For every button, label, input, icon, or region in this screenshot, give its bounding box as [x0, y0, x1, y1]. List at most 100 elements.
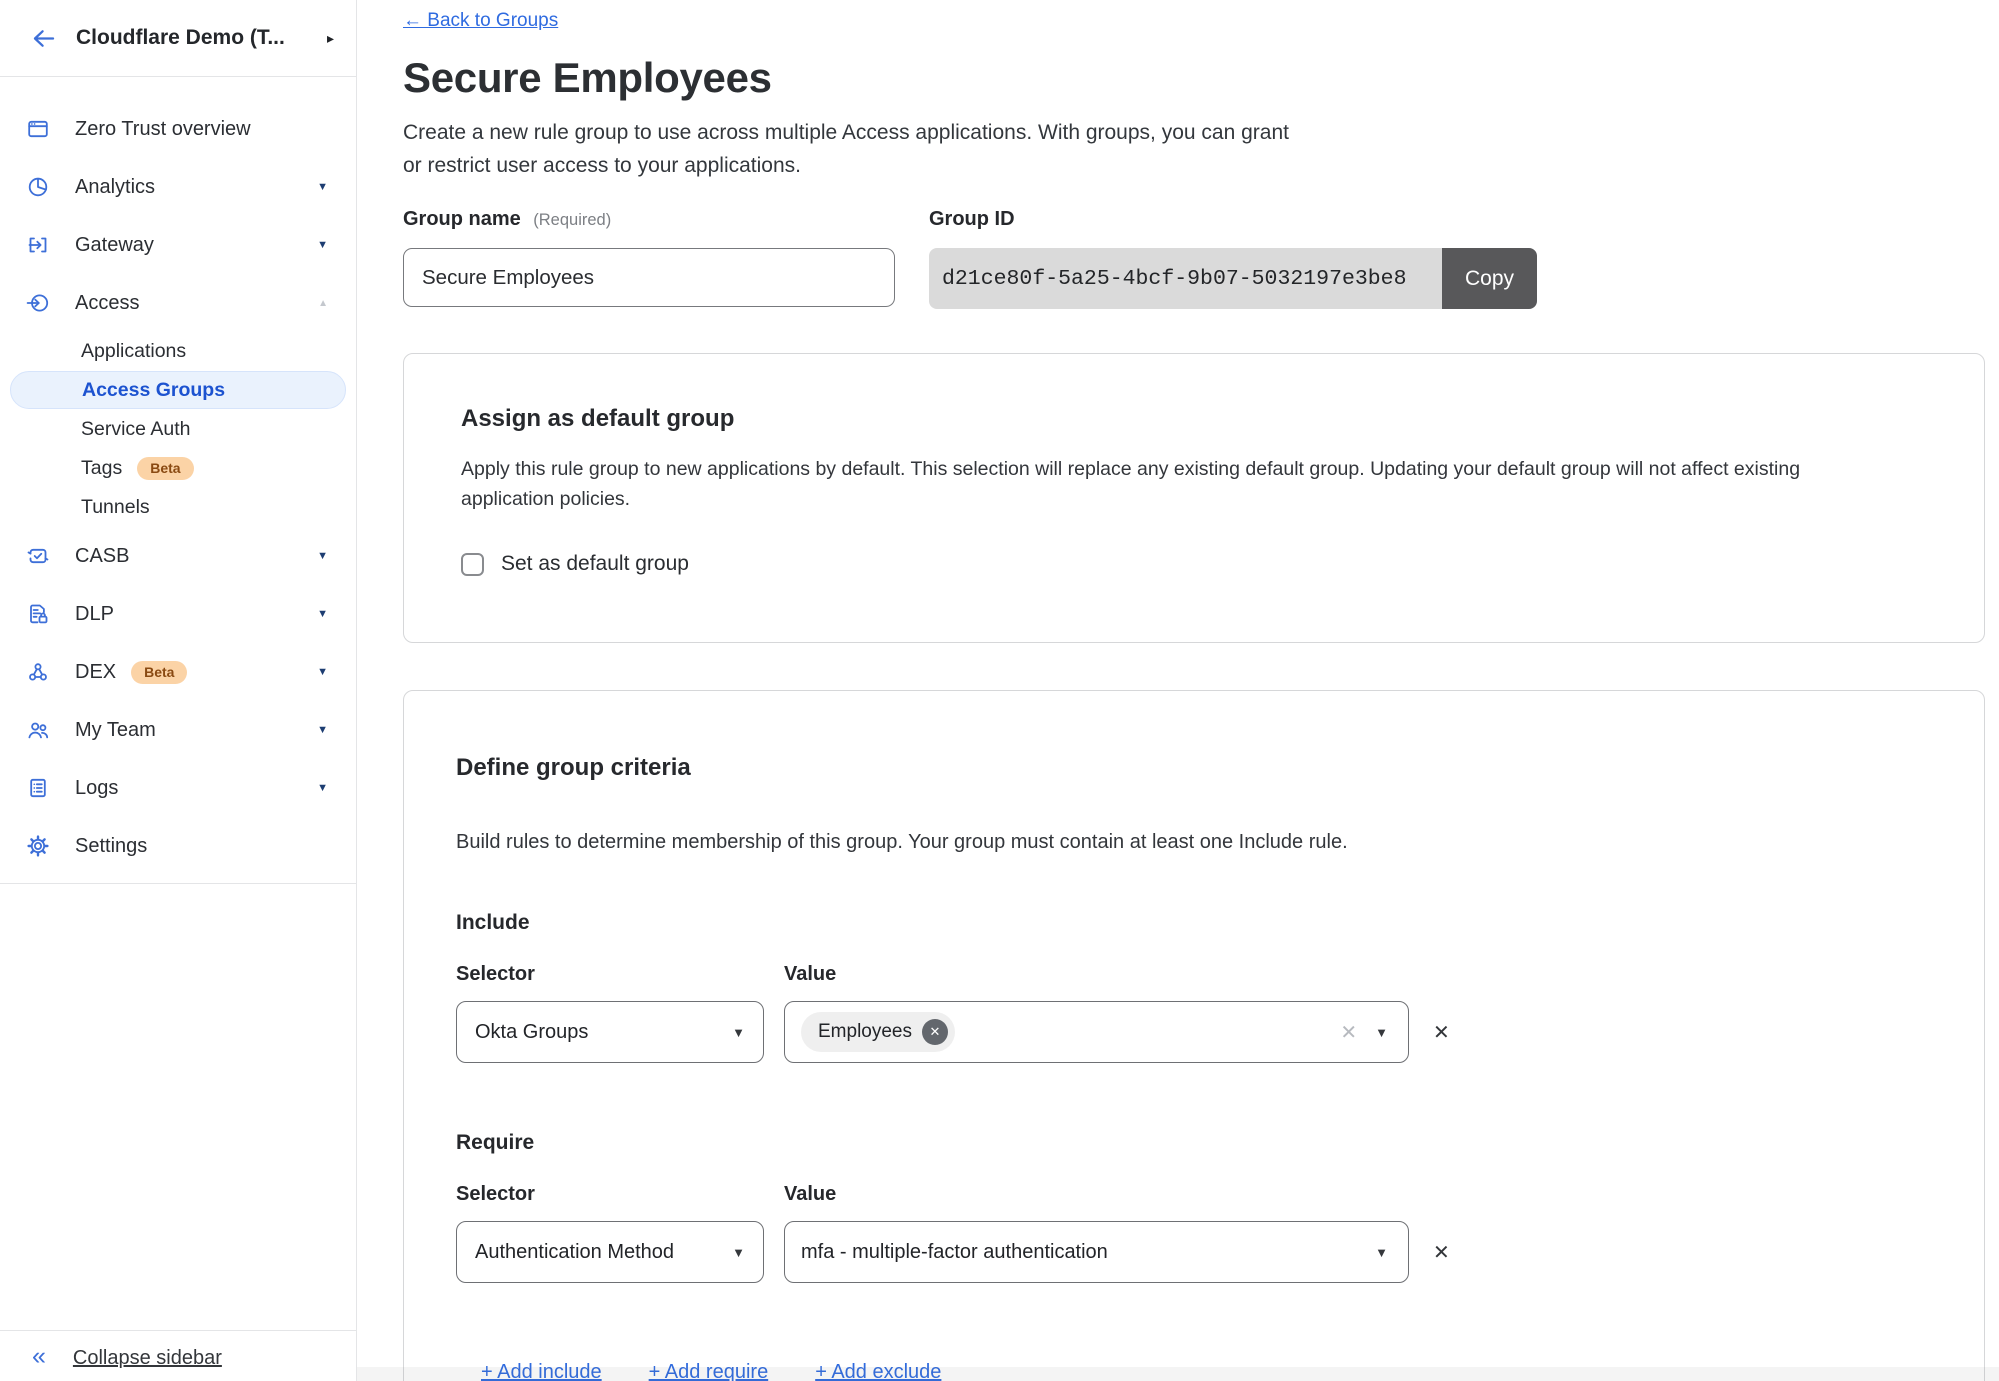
chip-remove-icon[interactable]: ✕ — [922, 1019, 948, 1045]
page-description-line1: Create a new rule group to use across mu… — [403, 116, 1985, 149]
sidebar-item-label: Analytics — [75, 176, 155, 199]
people-icon — [26, 718, 50, 742]
sidebar-item-label: Service Auth — [81, 418, 190, 441]
default-group-card-title: Assign as default group — [461, 404, 1927, 434]
require-selector-dropdown[interactable]: Authentication Method ▼ — [456, 1221, 764, 1283]
sidebar-item-label: Access — [75, 292, 139, 315]
sidebar-item-label: My Team — [75, 719, 156, 742]
include-selector-value: Okta Groups — [475, 1021, 718, 1044]
require-rule-row: Authentication Method ▼ mfa - multiple-f… — [456, 1221, 1927, 1283]
default-group-card-body-line2: application policies. — [461, 484, 1927, 514]
sidebar-item-dex[interactable]: DEX Beta ▼ — [0, 643, 356, 701]
value-chip: Employees ✕ — [801, 1012, 955, 1052]
group-id-label: Group ID — [929, 206, 1537, 232]
beta-badge: Beta — [131, 661, 187, 684]
require-heading: Require — [456, 1129, 1927, 1157]
chevron-down-icon: ▼ — [317, 724, 328, 736]
sidebar-divider — [0, 883, 356, 884]
group-name-label: Group name — [403, 208, 521, 230]
add-include-link[interactable]: + Add include — [481, 1361, 602, 1381]
list-document-icon — [26, 776, 50, 800]
shield-check-icon — [26, 544, 50, 568]
require-selector-label: Selector — [456, 1181, 784, 1207]
access-login-icon — [26, 291, 50, 315]
remove-include-rule-icon[interactable]: ✕ — [1433, 1020, 1450, 1045]
gear-icon — [26, 834, 50, 858]
chevron-up-icon: ▲ — [318, 298, 328, 309]
sidebar-item-zero-trust-overview[interactable]: Zero Trust overview — [0, 100, 356, 158]
collapse-sidebar-label: Collapse sidebar — [73, 1344, 222, 1370]
chevron-down-icon: ▼ — [317, 181, 328, 193]
sidebar-item-label: Tunnels — [81, 496, 150, 519]
page-title: Secure Employees — [403, 54, 1985, 102]
add-exclude-link[interactable]: + Add exclude — [815, 1361, 941, 1381]
main-content: ← Back to Groups Secure Employees Create… — [357, 0, 1999, 1381]
include-rule-row: Okta Groups ▼ Employees ✕ ✕ ▼ ✕ — [456, 1001, 1927, 1063]
chevron-down-icon: ▼ — [317, 666, 328, 678]
sidebar: Cloudflare Demo (T... ▸ Zero Trust overv… — [0, 0, 357, 1381]
collapse-sidebar-button[interactable]: « Collapse sidebar — [0, 1330, 356, 1381]
sidebar-item-tunnels[interactable]: Tunnels — [0, 488, 356, 527]
include-selector-dropdown[interactable]: Okta Groups ▼ — [456, 1001, 764, 1063]
include-value-label: Value — [784, 961, 836, 987]
default-group-card-body: Apply this rule group to new application… — [461, 454, 1927, 514]
remove-require-rule-icon[interactable]: ✕ — [1433, 1240, 1450, 1265]
account-switcher[interactable]: Cloudflare Demo (T... ▸ — [0, 0, 356, 77]
sidebar-item-applications[interactable]: Applications — [0, 332, 356, 371]
sidebar-item-label: Tags — [81, 457, 122, 480]
sidebar-item-analytics[interactable]: Analytics ▼ — [0, 158, 356, 216]
criteria-card-title: Define group criteria — [456, 753, 1927, 783]
sidebar-item-access-groups[interactable]: Access Groups — [10, 371, 346, 409]
set-default-checkbox-label: Set as default group — [501, 552, 689, 576]
chevron-down-icon: ▼ — [317, 550, 328, 562]
chevron-down-icon: ▼ — [1375, 1025, 1388, 1040]
require-value-value: mfa - multiple-factor authentication — [801, 1241, 1361, 1264]
sidebar-item-dlp[interactable]: DLP ▼ — [0, 585, 356, 643]
back-arrow-icon[interactable] — [30, 25, 57, 52]
document-lock-icon — [26, 602, 50, 626]
sidebar-item-my-team[interactable]: My Team ▼ — [0, 701, 356, 759]
back-to-groups-link[interactable]: ← Back to Groups — [403, 10, 558, 32]
add-require-link[interactable]: + Add require — [649, 1361, 769, 1381]
zero-trust-dashboard: Cloudflare Demo (T... ▸ Zero Trust overv… — [0, 0, 1999, 1381]
group-name-field: Group name (Required) — [403, 206, 895, 309]
sidebar-nav: Zero Trust overview Analytics ▼ Gateway … — [0, 77, 356, 884]
collapse-chevrons-icon: « — [32, 1344, 46, 1369]
gateway-icon — [26, 233, 50, 257]
group-meta-row: Group name (Required) Group ID d21ce80f-… — [403, 206, 1985, 309]
include-value-multiselect[interactable]: Employees ✕ ✕ ▼ — [784, 1001, 1409, 1063]
set-default-checkbox[interactable] — [461, 553, 484, 576]
sidebar-item-access[interactable]: Access ▲ — [0, 274, 356, 332]
pie-chart-icon — [26, 175, 50, 199]
sidebar-item-label: DEX — [75, 661, 116, 684]
default-group-card-body-line1: Apply this rule group to new application… — [461, 454, 1927, 484]
chevron-right-icon: ▸ — [327, 30, 334, 47]
include-selector-label: Selector — [456, 961, 784, 987]
window-icon — [26, 117, 50, 141]
sidebar-item-label: Zero Trust overview — [75, 118, 251, 141]
group-id-value: d21ce80f-5a25-4bcf-9b07-5032197e3be8 — [929, 248, 1442, 309]
criteria-card: Define group criteria Build rules to det… — [403, 690, 1985, 1381]
group-name-required-hint: (Required) — [533, 211, 611, 229]
sidebar-item-casb[interactable]: CASB ▼ — [0, 527, 356, 585]
chevron-down-icon: ▼ — [317, 239, 328, 251]
chevron-down-icon: ▼ — [317, 782, 328, 794]
add-rule-links: + Add include + Add require + Add exclud… — [481, 1361, 1927, 1381]
network-nodes-icon — [26, 660, 50, 684]
group-name-input[interactable] — [403, 248, 895, 307]
clear-values-icon[interactable]: ✕ — [1340, 1020, 1357, 1045]
sidebar-item-gateway[interactable]: Gateway ▼ — [0, 216, 356, 274]
sidebar-item-service-auth[interactable]: Service Auth — [0, 410, 356, 449]
sidebar-item-settings[interactable]: Settings — [0, 817, 356, 875]
sidebar-item-logs[interactable]: Logs ▼ — [0, 759, 356, 817]
sidebar-item-tags[interactable]: Tags Beta — [0, 449, 356, 488]
require-value-dropdown[interactable]: mfa - multiple-factor authentication ▼ — [784, 1221, 1409, 1283]
sidebar-item-label: Settings — [75, 835, 147, 858]
group-id-field: Group ID d21ce80f-5a25-4bcf-9b07-5032197… — [929, 206, 1537, 309]
default-group-checkbox-row: Set as default group — [461, 552, 1927, 576]
include-labels: Selector Value — [456, 961, 1927, 987]
require-labels: Selector Value — [456, 1181, 1927, 1207]
copy-button[interactable]: Copy — [1442, 248, 1537, 309]
chevron-down-icon: ▼ — [732, 1025, 745, 1040]
chevron-down-icon: ▼ — [317, 608, 328, 620]
